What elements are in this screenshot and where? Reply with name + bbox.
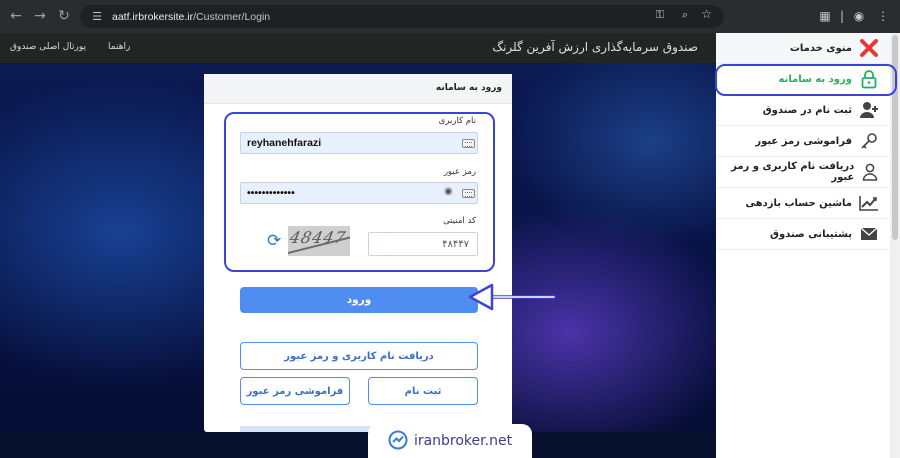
sidebar-item-label: پشتیبانی صندوق xyxy=(770,228,852,240)
sidebar-item-label: ثبت نام در صندوق xyxy=(762,104,852,116)
page-bottom-band xyxy=(0,432,716,458)
user-icon xyxy=(856,162,884,182)
sidebar-item-services-menu[interactable]: منوی خدمات xyxy=(716,33,890,64)
divider: | xyxy=(839,9,845,23)
site-header: راهنما پورتال اصلی صندوق صندوق سرمایه‌گذ… xyxy=(0,33,716,63)
login-submit-button[interactable]: ورود xyxy=(240,287,478,313)
main-portal-link[interactable]: پورتال اصلی صندوق xyxy=(10,42,86,52)
forward-icon[interactable]: → xyxy=(28,4,52,28)
watermark-logo-icon xyxy=(388,430,408,453)
url-host: aatf.irbrokersite.ir xyxy=(112,10,194,23)
sidebar-item-support[interactable]: پشتیبانی صندوق xyxy=(716,219,890,250)
extensions-icon[interactable]: ▦ xyxy=(814,5,836,27)
header-links: راهنما پورتال اصلی صندوق xyxy=(10,42,130,52)
back-icon[interactable]: ← xyxy=(4,4,28,28)
reload-icon[interactable]: ↻ xyxy=(52,4,76,28)
envelope-icon xyxy=(854,224,884,244)
login-card: ورود به سامانه نام کاربری reyhanehfarazi… xyxy=(204,74,512,432)
sidebar-item-get-credentials[interactable]: دریافت نام کاربری و رمز عبور xyxy=(716,157,890,188)
annotation-highlight-form xyxy=(224,112,495,272)
profile-icon[interactable]: ◉ xyxy=(848,5,870,27)
chart-icon xyxy=(854,193,884,213)
annotation-arrow xyxy=(468,283,556,311)
forgot-password-button[interactable]: فراموشی رمز عبور xyxy=(240,377,350,405)
sidebar-item-forgot-password[interactable]: فراموشی رمز عبور xyxy=(716,126,890,157)
address-bar[interactable]: ☰ aatf.irbrokersite.ir/Customer/Login ⚿ … xyxy=(80,5,724,28)
login-card-title: ورود به سامانه xyxy=(204,74,512,104)
sidebar-item-label: فراموشی رمز عبور xyxy=(755,135,852,147)
watermark-text: iranbroker.net xyxy=(413,433,513,449)
password-key-icon[interactable]: ⚿ xyxy=(656,8,664,22)
url-text: aatf.irbrokersite.ir/Customer/Login xyxy=(112,11,270,23)
site-brand-title: صندوق سرمایه‌گذاری ارزش آفرین گلرنگ xyxy=(492,40,698,54)
site-settings-icon[interactable]: ☰ xyxy=(86,10,108,23)
services-sidebar: منوی خدمات ورود به سامانه ثبت نام در صند… xyxy=(716,33,890,458)
sidebar-scrollbar[interactable] xyxy=(890,33,900,458)
register-button[interactable]: ثبت نام xyxy=(368,377,478,405)
sidebar-item-label: دریافت نام کاربری و رمز عبور xyxy=(731,161,855,183)
browser-menu-icon[interactable]: ⋮ xyxy=(872,5,894,27)
key-icon xyxy=(854,131,884,151)
sidebar-item-label: منوی خدمات xyxy=(789,42,852,54)
sidebar-item-label: ماشین حساب بازدهی xyxy=(745,197,852,209)
annotation-highlight-login-menu xyxy=(715,64,897,96)
close-icon[interactable] xyxy=(854,38,884,58)
browser-toolbar: ← → ↻ ☰ aatf.irbrokersite.ir/Customer/Lo… xyxy=(0,0,900,33)
help-link[interactable]: راهنما xyxy=(108,42,130,52)
sidebar-item-register[interactable]: ثبت نام در صندوق xyxy=(716,95,890,126)
add-user-icon xyxy=(854,100,884,120)
sidebar-item-return-calculator[interactable]: ماشین حساب بازدهی xyxy=(716,188,890,219)
zoom-icon[interactable]: ⌕ xyxy=(682,8,688,22)
get-credentials-button[interactable]: دریافت نام کاربری و رمز عبور xyxy=(240,342,478,370)
url-path: /Customer/Login xyxy=(193,10,271,23)
watermark: iranbroker.net xyxy=(368,424,532,458)
bookmark-star-icon[interactable]: ☆ xyxy=(701,7,712,21)
